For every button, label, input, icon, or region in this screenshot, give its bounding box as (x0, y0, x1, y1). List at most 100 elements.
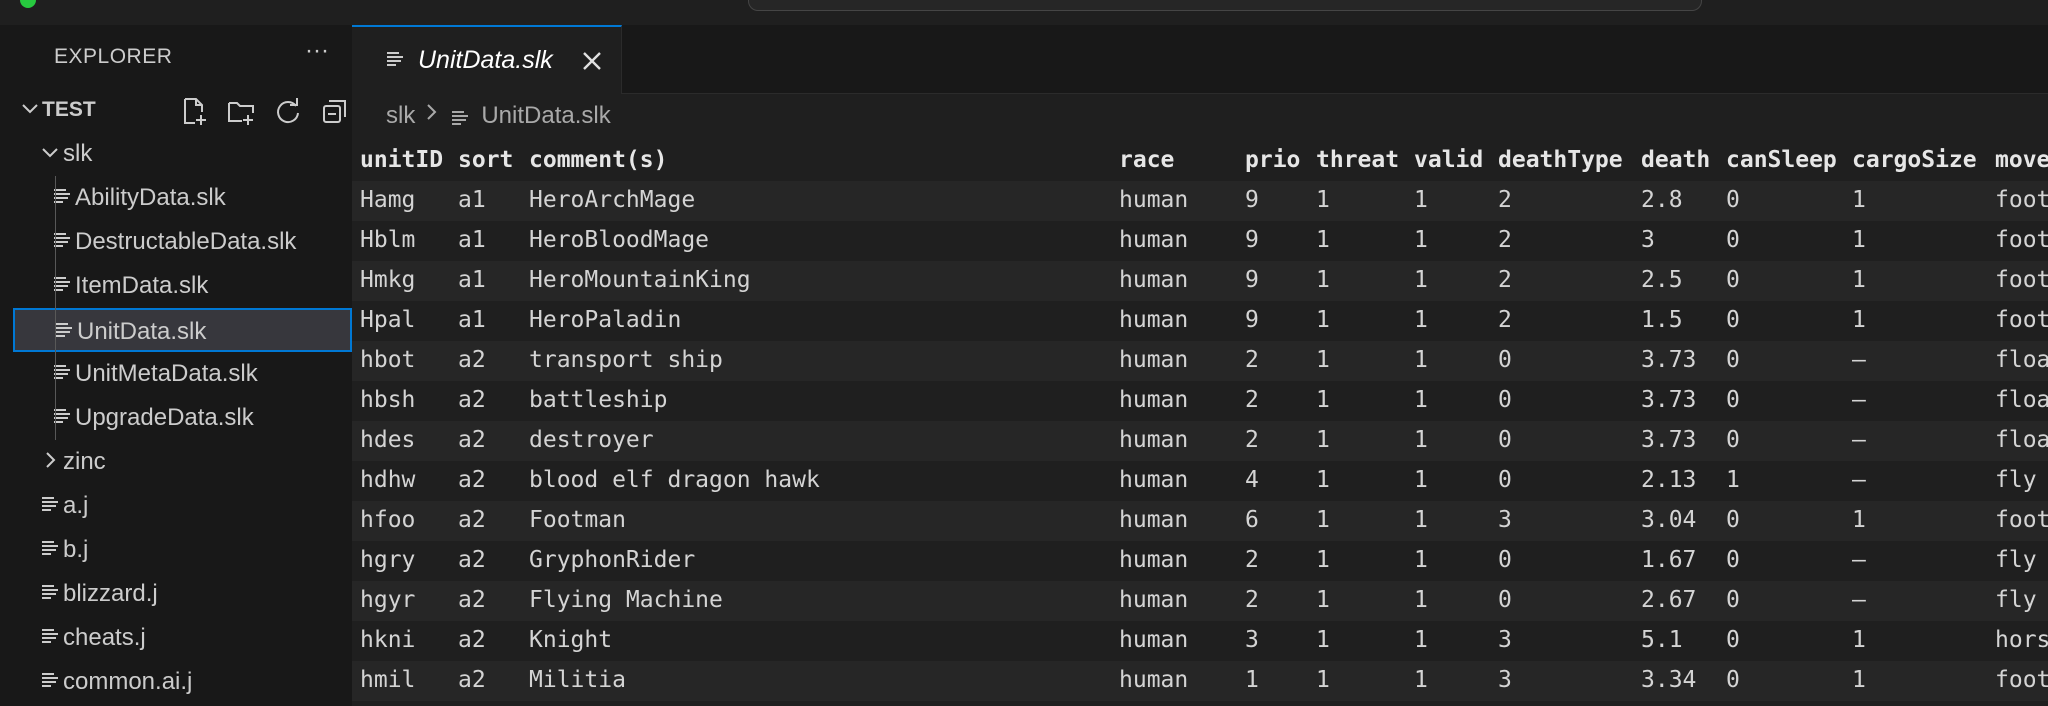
table-cell[interactable]: 1 (1316, 307, 1330, 333)
table-cell[interactable]: 0 (1498, 467, 1512, 493)
column-header[interactable]: death (1641, 147, 1710, 173)
tree-file[interactable]: ItemData.slk (13, 264, 352, 308)
table-cell[interactable]: 1 (1414, 547, 1428, 573)
table-cell[interactable]: 0 (1498, 427, 1512, 453)
table-cell[interactable]: hdhw (360, 467, 415, 493)
table-cell[interactable]: 9 (1245, 267, 1259, 293)
table-cell[interactable]: 9 (1245, 307, 1259, 333)
table-cell[interactable]: 1 (1726, 467, 1740, 493)
table-cell[interactable]: foot (1995, 227, 2048, 253)
tree-file[interactable]: UnitData.slk (13, 308, 352, 352)
table-cell[interactable]: human (1119, 667, 1188, 693)
table-cell[interactable]: 1 (1852, 627, 1866, 653)
table-cell[interactable]: 1 (1414, 307, 1428, 333)
table-cell[interactable]: 1 (1414, 387, 1428, 413)
table-cell[interactable]: 3 (1498, 507, 1512, 533)
table-cell[interactable]: – (1852, 347, 1866, 373)
table-cell[interactable]: 2 (1245, 427, 1259, 453)
table-cell[interactable]: 0 (1726, 587, 1740, 613)
table-cell[interactable]: 2 (1245, 347, 1259, 373)
table-cell[interactable]: 0 (1498, 587, 1512, 613)
table-cell[interactable]: Hpal (360, 307, 415, 333)
table-cell[interactable]: hfoo (360, 507, 415, 533)
table-cell[interactable]: 3.73 (1641, 347, 1696, 373)
table-cell[interactable]: HeroPaladin (529, 307, 681, 333)
table-cell[interactable]: 0 (1726, 187, 1740, 213)
table-cell[interactable]: 3 (1498, 667, 1512, 693)
table-cell[interactable]: – (1852, 387, 1866, 413)
table-cell[interactable]: 2.13 (1641, 467, 1696, 493)
breadcrumb-folder[interactable]: slk (386, 102, 415, 130)
table-cell[interactable]: a2 (458, 667, 486, 693)
table-cell[interactable]: human (1119, 587, 1188, 613)
table-cell[interactable]: 4 (1245, 467, 1259, 493)
table-cell[interactable]: 0 (1726, 427, 1740, 453)
table-cell[interactable]: a2 (458, 467, 486, 493)
table-cell[interactable]: 9 (1245, 187, 1259, 213)
table-cell[interactable]: 1 (1316, 507, 1330, 533)
column-header[interactable]: prio (1245, 147, 1300, 173)
table-cell[interactable]: – (1852, 427, 1866, 453)
table-cell[interactable]: 3 (1498, 627, 1512, 653)
table-cell[interactable]: 0 (1498, 347, 1512, 373)
table-cell[interactable]: 1 (1852, 667, 1866, 693)
table-cell[interactable]: 2 (1245, 587, 1259, 613)
table-cell[interactable]: a2 (458, 347, 486, 373)
table-cell[interactable]: 1 (1414, 467, 1428, 493)
table-cell[interactable]: a2 (458, 547, 486, 573)
table-cell[interactable]: 1 (1316, 227, 1330, 253)
table-cell[interactable]: human (1119, 347, 1188, 373)
table-cell[interactable]: hmil (360, 667, 415, 693)
table-cell[interactable]: 1 (1316, 347, 1330, 373)
table-cell[interactable]: a1 (458, 307, 486, 333)
table-cell[interactable]: 2.5 (1641, 267, 1683, 293)
new-file-icon[interactable] (179, 96, 209, 126)
table-cell[interactable]: Hamg (360, 187, 415, 213)
table-cell[interactable]: 2 (1498, 267, 1512, 293)
tree-file[interactable]: a.j (13, 484, 352, 528)
table-cell[interactable]: fly (1995, 587, 2037, 613)
table-cell[interactable]: 0 (1726, 387, 1740, 413)
table-cell[interactable]: hgyr (360, 587, 415, 613)
table-cell[interactable]: a1 (458, 227, 486, 253)
table-cell[interactable]: 0 (1726, 307, 1740, 333)
table-cell[interactable]: a2 (458, 427, 486, 453)
table-cell[interactable]: 3 (1641, 227, 1655, 253)
table-cell[interactable]: 1 (1852, 267, 1866, 293)
breadcrumb-file[interactable]: UnitData.slk (481, 102, 610, 130)
table-cell[interactable]: 1 (1414, 267, 1428, 293)
table-cell[interactable]: Footman (529, 507, 626, 533)
table-cell[interactable]: 1 (1414, 187, 1428, 213)
table-cell[interactable]: a2 (458, 387, 486, 413)
column-header[interactable]: sort (458, 147, 513, 173)
column-header[interactable]: canSleep (1726, 147, 1837, 173)
table-cell[interactable]: 1 (1316, 667, 1330, 693)
table-cell[interactable]: 1 (1414, 627, 1428, 653)
column-header[interactable]: unitID (360, 147, 443, 173)
table-cell[interactable]: HeroMountainKing (529, 267, 751, 293)
table-cell[interactable]: 0 (1726, 547, 1740, 573)
table-cell[interactable]: a2 (458, 507, 486, 533)
tree-file[interactable]: b.j (13, 528, 352, 572)
table-cell[interactable]: HeroArchMage (529, 187, 695, 213)
tree-file[interactable]: UnitMetaData.slk (13, 352, 352, 396)
table-cell[interactable]: destroyer (529, 427, 654, 453)
table-cell[interactable]: 1 (1316, 587, 1330, 613)
table-cell[interactable]: 2 (1498, 227, 1512, 253)
table-cell[interactable]: 6 (1245, 507, 1259, 533)
table-cell[interactable]: floa (1995, 387, 2048, 413)
collapse-all-icon[interactable] (320, 96, 350, 126)
table-cell[interactable]: 1 (1316, 267, 1330, 293)
table-cell[interactable]: 0 (1726, 627, 1740, 653)
table-cell[interactable]: human (1119, 547, 1188, 573)
table-cell[interactable]: foot (1995, 187, 2048, 213)
column-header[interactable]: race (1119, 147, 1174, 173)
table-cell[interactable]: 1 (1414, 347, 1428, 373)
column-header[interactable]: threat (1316, 147, 1399, 173)
table-cell[interactable]: foot (1995, 507, 2048, 533)
close-icon[interactable] (578, 47, 606, 75)
table-cell[interactable]: 1.67 (1641, 547, 1696, 573)
table-cell[interactable]: 1 (1414, 507, 1428, 533)
table-cell[interactable]: 2.8 (1641, 187, 1683, 213)
tree-file[interactable]: DestructableData.slk (13, 220, 352, 264)
